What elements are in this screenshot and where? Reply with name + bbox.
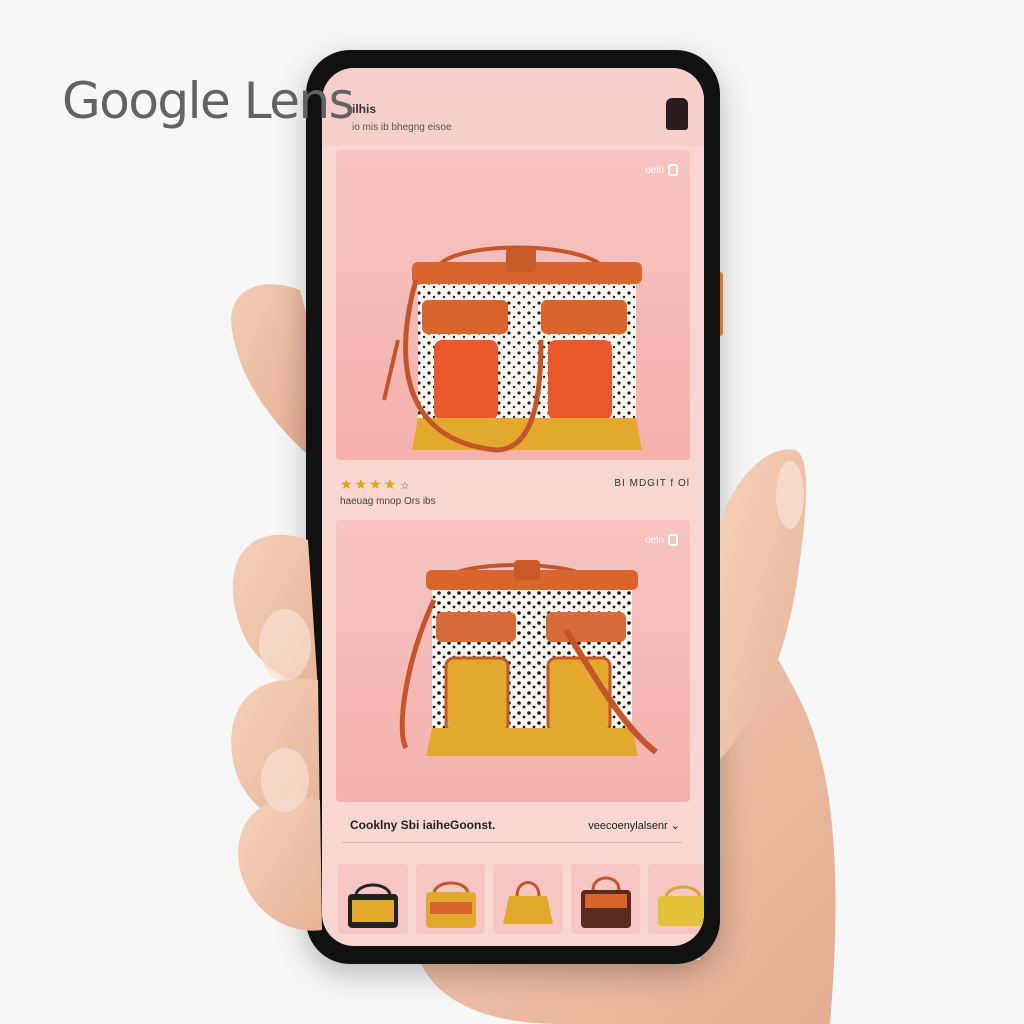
handbag-image-1 bbox=[382, 245, 642, 453]
more-results-row[interactable]: Cooklny Sbi iaiheGoonst. veecoenylalsenr… bbox=[350, 818, 680, 832]
chevron-down-icon[interactable]: ⌄ bbox=[671, 820, 680, 832]
phone-device: ilhis io mis ib bhegng eisoe oein ★★★★ ☆… bbox=[306, 50, 720, 964]
more-results-right: veecoenylalsenr ⌄ bbox=[588, 819, 680, 832]
result-card-2[interactable]: oeln bbox=[336, 520, 690, 802]
query-subtitle: io mis ib bhegng eisoe bbox=[352, 122, 452, 133]
thumbnail-3[interactable] bbox=[493, 864, 563, 934]
thumbnail-strip bbox=[338, 864, 704, 942]
thumbnail-2[interactable] bbox=[415, 864, 486, 934]
rating-extra: ☆ bbox=[400, 481, 410, 492]
divider bbox=[342, 842, 682, 843]
result-card-1[interactable]: oein bbox=[336, 150, 690, 460]
search-header: ilhis io mis ib bhegng eisoe bbox=[322, 68, 704, 146]
thumbnail-5[interactable] bbox=[648, 864, 704, 934]
rating-stars: ★★★★ bbox=[340, 476, 399, 492]
handbag-image-2 bbox=[399, 560, 658, 756]
rating-row: ★★★★ ☆ BI MDGIT f Ol bbox=[340, 476, 690, 496]
price-text: BI MDGIT f Ol bbox=[614, 478, 690, 489]
phone-screen: ilhis io mis ib bhegng eisoe oein ★★★★ ☆… bbox=[322, 68, 704, 946]
google-lens-wordmark: Google Lens bbox=[62, 72, 355, 130]
query-title: ilhis bbox=[352, 102, 377, 116]
more-results-left: Cooklny Sbi iaiheGoonst. bbox=[350, 818, 496, 832]
thumbnail-1[interactable] bbox=[338, 864, 408, 934]
thumbnail-4[interactable] bbox=[570, 864, 641, 934]
seller-text: haeuag mnop Ors ibs bbox=[340, 496, 436, 507]
profile-icon[interactable] bbox=[666, 98, 688, 130]
